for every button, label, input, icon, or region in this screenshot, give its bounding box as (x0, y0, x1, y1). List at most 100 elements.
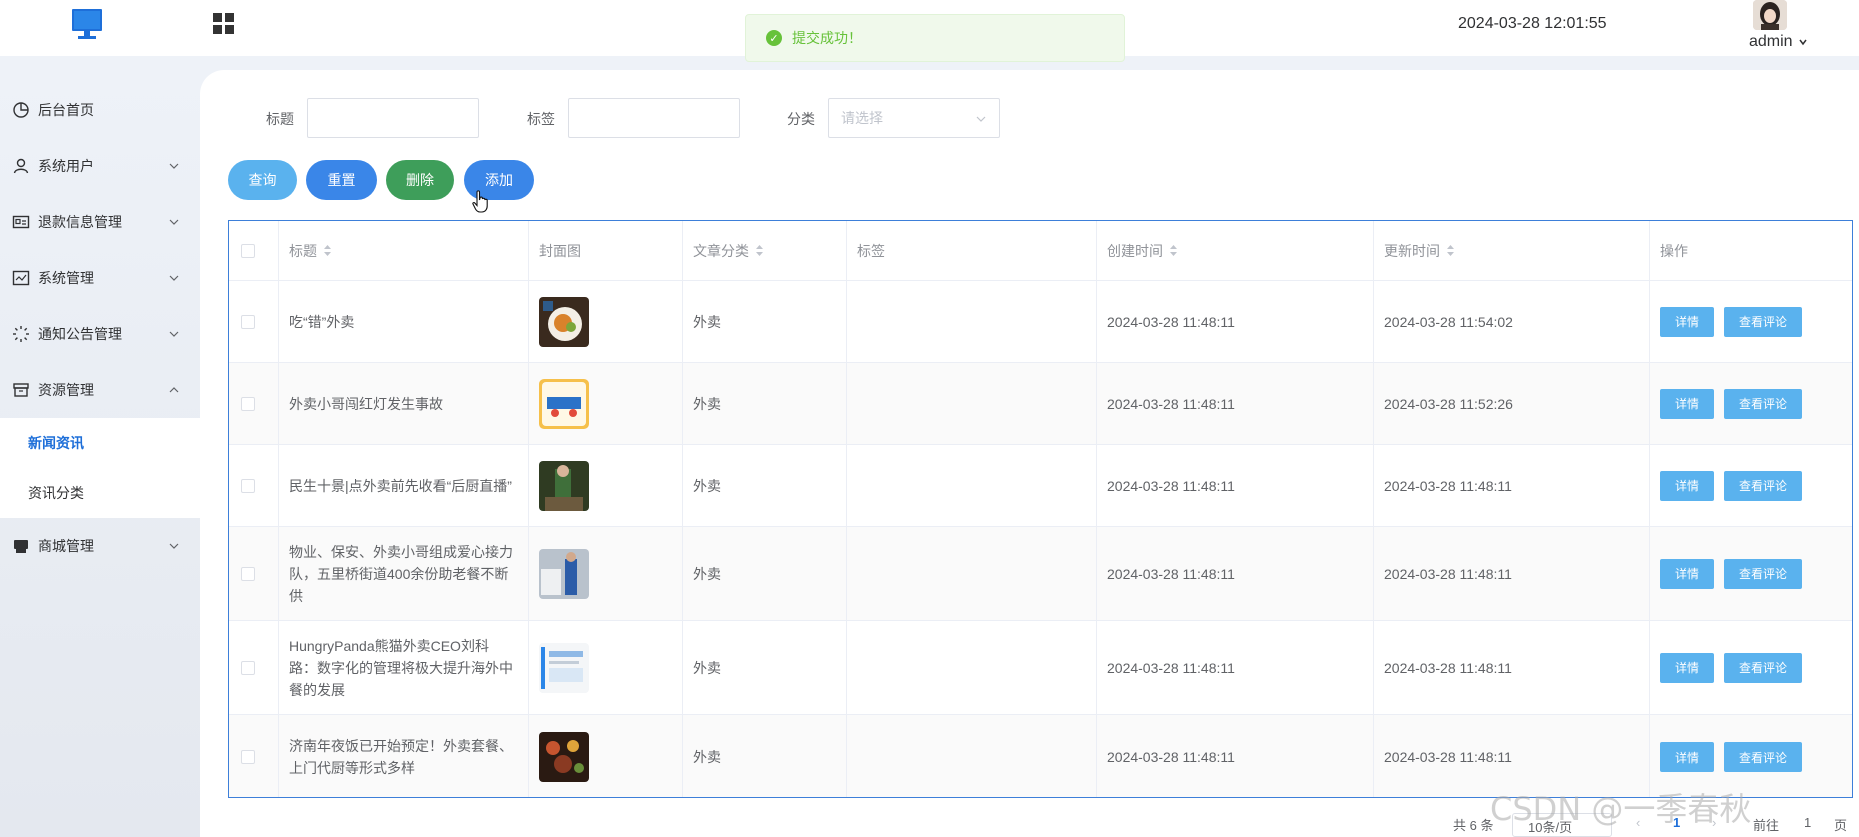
row-checkbox[interactable] (241, 314, 255, 329)
chevron-down-icon (169, 275, 179, 281)
updated-time: 2024-03-28 11:48:11 (1374, 621, 1650, 714)
pie-chart-icon (13, 102, 29, 118)
detail-button[interactable]: 详情 (1660, 470, 1714, 501)
detail-button[interactable]: 详情 (1660, 652, 1714, 683)
view-comments-button[interactable]: 查看评论 (1724, 652, 1802, 683)
query-button[interactable]: 查询 (228, 160, 297, 200)
category-select-placeholder: 请选择 (841, 110, 883, 126)
detail-button[interactable]: 详情 (1660, 306, 1714, 337)
row-checkbox[interactable] (241, 396, 255, 411)
chevron-down-icon (169, 543, 179, 549)
chevron-down-icon (169, 331, 179, 337)
caret-down-icon (1799, 39, 1807, 46)
goto-page-input[interactable]: 1 (1804, 815, 1811, 830)
created-time: 2024-03-28 11:48:11 (1097, 445, 1374, 526)
success-toast: ✓ 提交成功！ (745, 14, 1125, 62)
view-comments-button[interactable]: 查看评论 (1724, 388, 1802, 419)
row-checkbox[interactable] (241, 566, 255, 581)
sidebar-subitem-news-category[interactable]: 资讯分类 (0, 468, 200, 518)
created-time: 2024-03-28 11:48:11 (1097, 527, 1374, 620)
column-header-actions: 操作 (1660, 242, 1688, 259)
sidebar-item-mall[interactable]: 商城管理 (0, 518, 200, 574)
row-checkbox[interactable] (241, 750, 255, 764)
chevron-down-icon (169, 219, 179, 225)
view-comments-button[interactable]: 查看评论 (1724, 558, 1802, 589)
row-checkbox[interactable] (241, 660, 255, 675)
check-circle-icon: ✓ (766, 30, 782, 46)
cover-image[interactable] (539, 732, 589, 782)
page-suffix-label: 页 (1834, 818, 1848, 833)
sidebar-item-notices[interactable]: 通知公告管理 (0, 306, 200, 362)
cover-image[interactable] (539, 548, 589, 599)
table-row: 吃“错”外卖 外卖 2024-03-28 11:48:11 2024-03-28… (229, 281, 1852, 363)
cover-image[interactable] (539, 460, 589, 511)
tag-filter-label: 标签 (527, 111, 555, 127)
sort-caret-icon[interactable] (1446, 244, 1455, 257)
created-time: 2024-03-28 11:48:11 (1097, 363, 1374, 444)
column-header-cover: 封面图 (529, 221, 683, 280)
news-category: 外卖 (683, 445, 847, 526)
chevron-down-icon (976, 116, 986, 122)
view-comments-button[interactable]: 查看评论 (1724, 742, 1802, 772)
user-avatar[interactable] (1753, 0, 1787, 30)
sidebar-item-resources[interactable]: 资源管理 (0, 362, 200, 418)
cover-image[interactable] (539, 642, 589, 693)
sidebar-item-home[interactable]: 后台首页 (0, 82, 200, 138)
news-category: 外卖 (683, 527, 847, 620)
news-category: 外卖 (683, 715, 847, 797)
column-header-created[interactable]: 创建时间 (1097, 221, 1374, 280)
detail-button[interactable]: 详情 (1660, 388, 1714, 419)
sort-caret-icon[interactable] (755, 244, 764, 257)
news-title: 济南年夜饭已开始预定！外卖套餐、上门代厨等形式多样 (289, 738, 513, 776)
select-all-checkbox[interactable] (241, 243, 255, 258)
column-header-updated[interactable]: 更新时间 (1374, 221, 1650, 280)
row-checkbox[interactable] (241, 478, 255, 493)
tag-filter-input[interactable] (568, 98, 740, 138)
user-icon (13, 158, 29, 174)
watermark-text: CSDN @一季春秋 (1490, 790, 1752, 828)
goto-label: 前往 (1753, 818, 1780, 833)
news-tags (847, 445, 1097, 526)
chevron-down-icon (169, 163, 179, 169)
category-select[interactable]: 请选择 (828, 98, 1000, 138)
sidebar-item-label: 退款信息管理 (38, 214, 122, 230)
news-category: 外卖 (683, 281, 847, 362)
news-category: 外卖 (683, 621, 847, 714)
news-title: 物业、保安、外卖小哥组成爱心接力队，五里桥街道400余份助老餐不断供 (289, 543, 513, 604)
detail-button[interactable]: 详情 (1660, 742, 1714, 772)
updated-time: 2024-03-28 11:52:26 (1374, 363, 1650, 444)
printer-icon (14, 540, 28, 553)
column-header-updated-label: 更新时间 (1384, 242, 1440, 259)
sidebar-item-label: 通知公告管理 (38, 326, 122, 342)
news-table: 标题 封面图 文章分类 标签 创建时间 更新时间 操作 吃“错”外卖 外卖 20… (228, 220, 1853, 798)
title-filter-input[interactable] (307, 98, 479, 138)
column-header-category[interactable]: 文章分类 (683, 221, 847, 280)
news-tags (847, 527, 1097, 620)
sidebar-item-label: 后台首页 (38, 102, 94, 118)
updated-time: 2024-03-28 11:48:11 (1374, 445, 1650, 526)
column-header-created-label: 创建时间 (1107, 242, 1163, 259)
cover-image[interactable] (539, 296, 589, 347)
current-datetime: 2024-03-28 12:01:55 (1458, 15, 1607, 32)
delete-button[interactable]: 删除 (386, 160, 454, 200)
sort-caret-icon[interactable] (1169, 244, 1178, 257)
news-tags (847, 715, 1097, 797)
user-menu-trigger[interactable]: admin (1749, 33, 1807, 51)
sidebar-item-label: 商城管理 (38, 538, 94, 554)
column-header-category-label: 文章分类 (693, 242, 749, 259)
news-title: 吃“错”外卖 (289, 313, 355, 330)
view-comments-button[interactable]: 查看评论 (1724, 306, 1802, 337)
app-grid-icon[interactable] (212, 12, 236, 36)
column-header-title[interactable]: 标题 (279, 221, 529, 280)
column-header-tags: 标签 (847, 221, 1097, 280)
cover-image[interactable] (539, 378, 589, 429)
sort-caret-icon[interactable] (323, 244, 332, 257)
view-comments-button[interactable]: 查看评论 (1724, 470, 1802, 501)
sidebar-subitem-news[interactable]: 新闻资讯 (0, 418, 200, 468)
sidebar-item-system[interactable]: 系统管理 (0, 250, 200, 306)
news-tags (847, 621, 1097, 714)
reset-button[interactable]: 重置 (306, 160, 377, 200)
sidebar-item-system-users[interactable]: 系统用户 (0, 138, 200, 194)
sidebar-item-refunds[interactable]: 退款信息管理 (0, 194, 200, 250)
detail-button[interactable]: 详情 (1660, 558, 1714, 589)
